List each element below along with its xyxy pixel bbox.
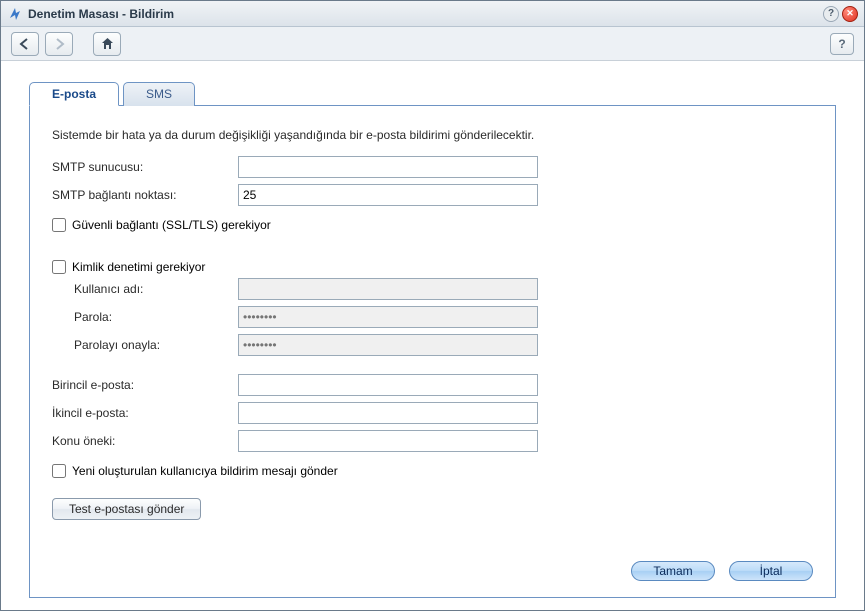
tab-sms[interactable]: SMS [123,82,195,106]
smtp-server-label: SMTP sunucusu: [52,160,238,174]
secondary-email-input[interactable] [238,402,538,424]
ssl-checkbox[interactable] [52,218,66,232]
username-label: Kullanıcı adı: [52,282,238,296]
cancel-button[interactable]: İptal [729,561,813,581]
password-confirm-label: Parolayı onayla: [52,338,238,352]
primary-email-input[interactable] [238,374,538,396]
tab-panel: Sistemde bir hata ya da durum değişikliğ… [29,105,836,598]
auth-label: Kimlik denetimi gerekiyor [72,260,205,274]
subject-prefix-input[interactable] [238,430,538,452]
send-test-email-button[interactable]: Test e-postası gönder [52,498,201,520]
titlebar: Denetim Masası - Bildirim ? [1,1,864,27]
window-title: Denetim Masası - Bildirim [28,7,823,21]
window: Denetim Masası - Bildirim ? ? E-posta SM… [0,0,865,611]
forward-button[interactable] [45,32,73,56]
smtp-port-input[interactable] [238,184,538,206]
tabs: E-posta SMS [29,81,836,105]
secondary-email-label: İkincil e-posta: [52,406,238,420]
auth-checkbox[interactable] [52,260,66,274]
close-icon[interactable] [842,6,858,22]
back-button[interactable] [11,32,39,56]
notify-new-user-label: Yeni oluşturulan kullanıcıya bildirim me… [72,464,338,478]
ssl-label: Güvenli bağlantı (SSL/TLS) gerekiyor [72,218,271,232]
dialog-footer: Tamam İptal [52,543,813,581]
smtp-port-label: SMTP bağlantı noktası: [52,188,238,202]
primary-email-label: Birincil e-posta: [52,378,238,392]
toolbar: ? [1,27,864,61]
notify-new-user-checkbox[interactable] [52,464,66,478]
subject-prefix-label: Konu öneki: [52,434,238,448]
password-label: Parola: [52,310,238,324]
password-input [238,306,538,328]
username-input [238,278,538,300]
app-icon [7,6,23,22]
smtp-server-input[interactable] [238,156,538,178]
titlebar-help-icon[interactable]: ? [823,6,839,22]
home-button[interactable] [93,32,121,56]
tab-eposta[interactable]: E-posta [29,82,119,106]
help-button[interactable]: ? [830,33,854,55]
content-area: E-posta SMS Sistemde bir hata ya da duru… [1,61,864,610]
ok-button[interactable]: Tamam [631,561,715,581]
password-confirm-input [238,334,538,356]
intro-text: Sistemde bir hata ya da durum değişikliğ… [52,128,813,142]
